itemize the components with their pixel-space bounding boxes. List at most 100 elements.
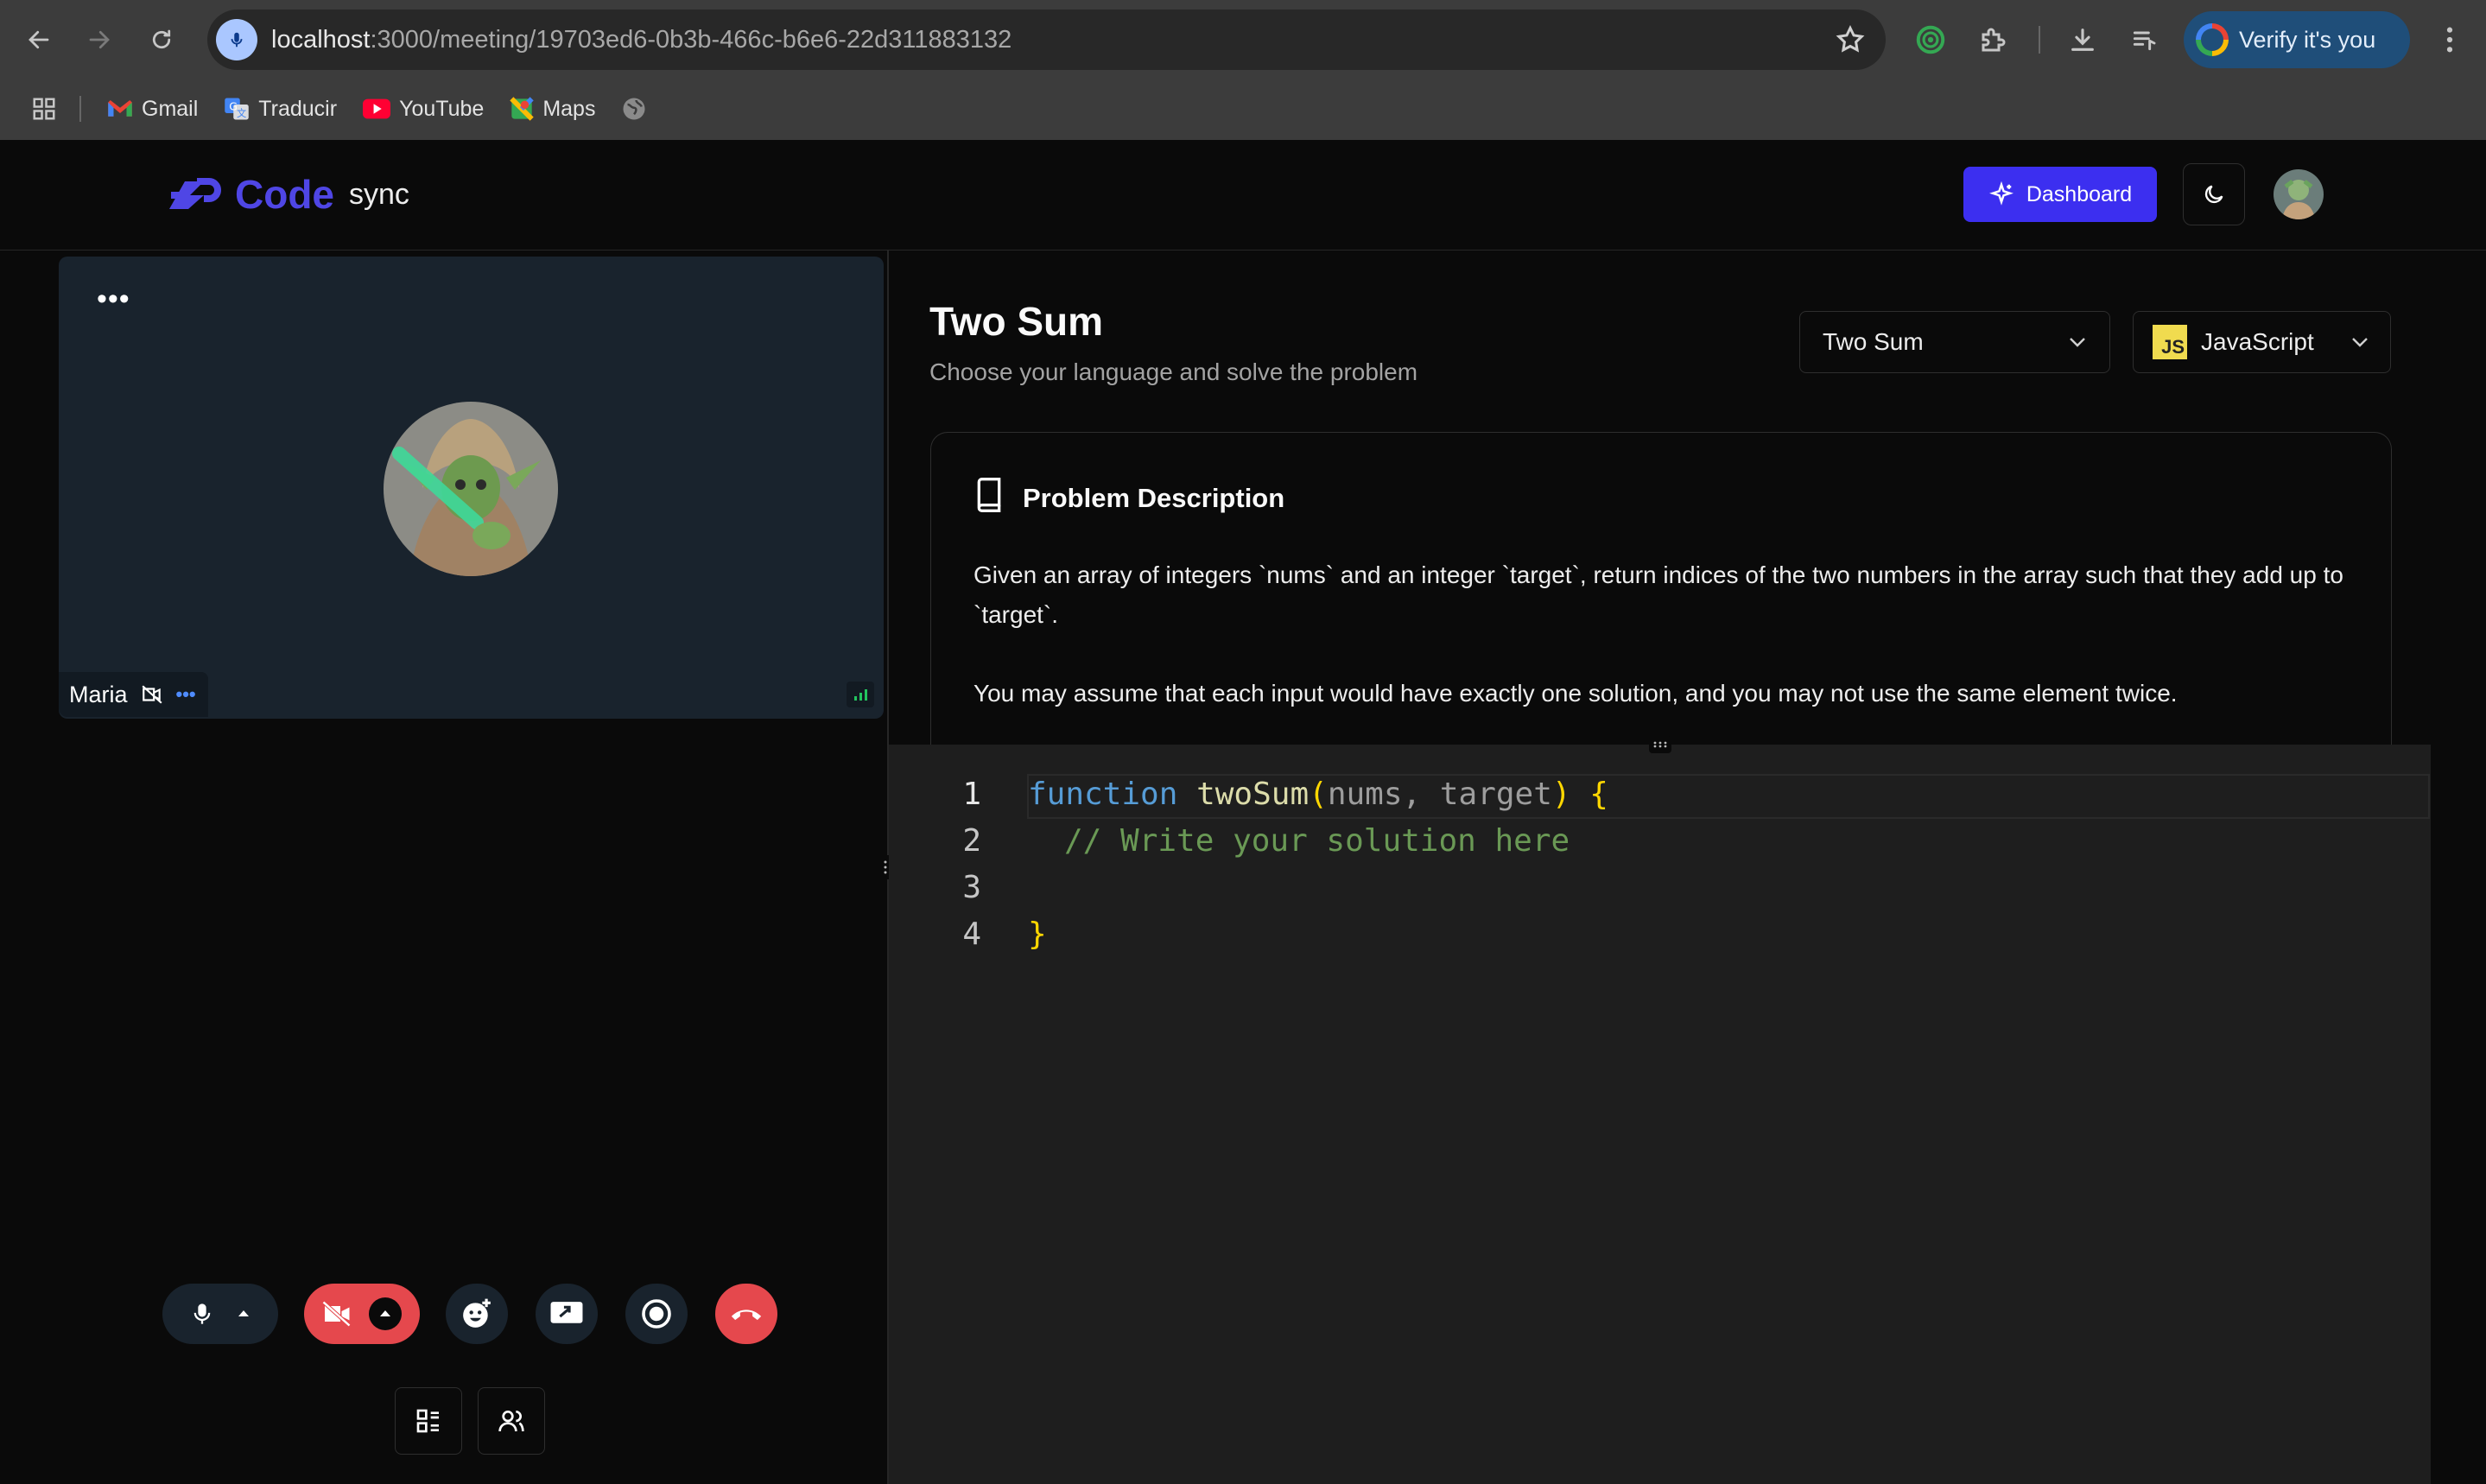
chevron-down-icon <box>2352 338 2368 347</box>
code-keyword: function <box>1028 777 1178 812</box>
language-select-value: JavaScript <box>2201 328 2314 355</box>
problem-description-card: Problem Description Given an array of in… <box>930 432 2392 752</box>
participant-menu-button[interactable]: ••• <box>176 683 196 706</box>
moon-icon <box>2204 185 2223 204</box>
verify-label: Verify it's you <box>2239 26 2376 53</box>
participants-button[interactable] <box>478 1387 545 1455</box>
google-translate-icon: G文 <box>225 98 250 120</box>
youtube-icon <box>363 98 391 119</box>
participant-name-tag: Maria ••• <box>59 672 208 717</box>
bookmarks-divider <box>79 96 81 122</box>
chevron-down-icon <box>2070 338 2085 347</box>
google-maps-icon <box>510 97 535 121</box>
emoji-add-icon <box>463 1298 491 1328</box>
code-line-4[interactable]: } <box>1028 916 1047 952</box>
logo-icon[interactable] <box>164 174 223 214</box>
line-number: 4 <box>962 916 981 952</box>
record-button[interactable] <box>625 1284 688 1344</box>
dashboard-button[interactable]: Dashboard <box>1963 167 2157 222</box>
camera-control[interactable] <box>304 1284 420 1344</box>
microphone-permission-icon[interactable] <box>216 19 257 60</box>
editor-resize-handle-icon[interactable] <box>1649 736 1671 753</box>
browser-chrome: localhost:3000/meeting/19703ed6-0b3b-466… <box>0 0 2486 140</box>
bookmark-youtube[interactable]: YouTube <box>363 97 484 122</box>
extensions-puzzle-icon[interactable] <box>1971 17 2016 62</box>
theme-toggle-button[interactable] <box>2183 163 2245 225</box>
toolbar-divider <box>2039 26 2040 54</box>
app-header: Code sync Dashboard <box>0 140 2486 251</box>
url-path: :3000/meeting/19703ed6-0b3b-466c-b6e6-22… <box>370 26 1012 54</box>
code-params: nums, target <box>1327 777 1552 812</box>
address-bar[interactable]: localhost:3000/meeting/19703ed6-0b3b-466… <box>207 10 1886 70</box>
downloads-icon[interactable] <box>2060 17 2105 62</box>
camera-off-icon <box>141 685 162 704</box>
bookmark-gmail[interactable]: Gmail <box>107 97 198 122</box>
reading-list-icon[interactable] <box>2121 17 2166 62</box>
apps-grid-icon[interactable] <box>31 96 57 122</box>
logo-subtext[interactable]: sync <box>349 178 409 212</box>
browser-menu-icon[interactable] <box>2427 17 2472 62</box>
line-number: 1 <box>962 777 981 812</box>
dashboard-label: Dashboard <box>2026 181 2133 206</box>
gmail-icon <box>108 100 132 117</box>
line-number: 2 <box>962 823 981 859</box>
problem-subtitle: Choose your language and solve the probl… <box>929 358 1418 385</box>
description-paragraph-1: Given an array of integers `nums` and an… <box>973 561 2343 628</box>
back-arrow-icon[interactable] <box>17 18 60 61</box>
language-select[interactable]: JS JavaScript <box>2133 311 2391 373</box>
participant-video-tile[interactable]: ••• Maria ••• <box>59 257 884 719</box>
code-brace-open: { <box>1589 777 1608 812</box>
logo-text[interactable]: Code <box>235 171 334 218</box>
forward-arrow-icon[interactable] <box>78 18 121 61</box>
reaction-button[interactable] <box>446 1284 508 1344</box>
code-line-2[interactable]: // Write your solution here <box>1064 823 1570 859</box>
url-host: localhost <box>271 26 371 54</box>
bookmark-traducir[interactable]: G文 Traducir <box>224 96 337 122</box>
code-paren-open: ( <box>1309 777 1328 812</box>
camera-options-button[interactable] <box>369 1297 402 1330</box>
reload-icon[interactable] <box>140 18 183 61</box>
problem-select-value: Two Sum <box>1823 328 1924 355</box>
extension-target-icon[interactable] <box>1908 17 1953 62</box>
video-off-icon <box>322 1301 352 1327</box>
bookmarks-bar: Gmail G文 Traducir YouTube Maps <box>0 86 2486 131</box>
code-brace-close: } <box>1028 916 1047 952</box>
share-screen-button[interactable] <box>536 1284 598 1344</box>
microphone-control[interactable] <box>162 1284 278 1344</box>
bookmark-maps[interactable]: Maps <box>510 97 595 122</box>
book-icon <box>974 478 1004 512</box>
code-function-name: twoSum <box>1196 777 1310 812</box>
bookmark-youtube-label: YouTube <box>399 96 485 121</box>
bookmark-maps-label: Maps <box>542 96 596 121</box>
layout-list-icon <box>416 1409 439 1433</box>
screen-share-icon <box>550 1302 583 1323</box>
globe-icon <box>623 98 645 120</box>
participant-avatar <box>384 402 558 576</box>
tile-menu-button[interactable]: ••• <box>97 282 130 316</box>
bookmark-gmail-label: Gmail <box>142 96 199 121</box>
problem-select[interactable]: Two Sum <box>1799 311 2110 373</box>
participant-name: Maria <box>69 681 128 707</box>
code-line-1[interactable]: function twoSum(nums, target) { <box>1028 777 1608 812</box>
editor-side-gutter <box>2431 745 2486 1484</box>
chevron-up-icon <box>238 1310 249 1316</box>
problem-title: Two Sum <box>929 299 1104 344</box>
verify-account-button[interactable]: Verify it's you <box>2184 11 2410 68</box>
chevron-up-icon <box>380 1310 390 1316</box>
google-account-icon <box>2196 23 2229 56</box>
description-heading: Problem Description <box>1023 483 1285 513</box>
network-signal-icon <box>847 682 874 707</box>
end-call-button[interactable] <box>715 1284 777 1344</box>
record-icon <box>642 1299 671 1329</box>
code-paren-close: ) <box>1551 777 1571 812</box>
user-avatar[interactable] <box>2274 169 2324 219</box>
phone-hangup-icon <box>731 1310 762 1321</box>
bookmark-globe[interactable] <box>621 96 647 122</box>
layout-button[interactable] <box>395 1387 462 1455</box>
url-text: localhost:3000/meeting/19703ed6-0b3b-466… <box>271 10 1012 70</box>
microphone-icon <box>193 1303 211 1324</box>
users-icon <box>498 1411 524 1432</box>
line-number: 3 <box>962 870 981 905</box>
bookmark-star-icon[interactable] <box>1835 24 1866 55</box>
description-paragraph-2: You may assume that each input would hav… <box>973 680 2178 707</box>
